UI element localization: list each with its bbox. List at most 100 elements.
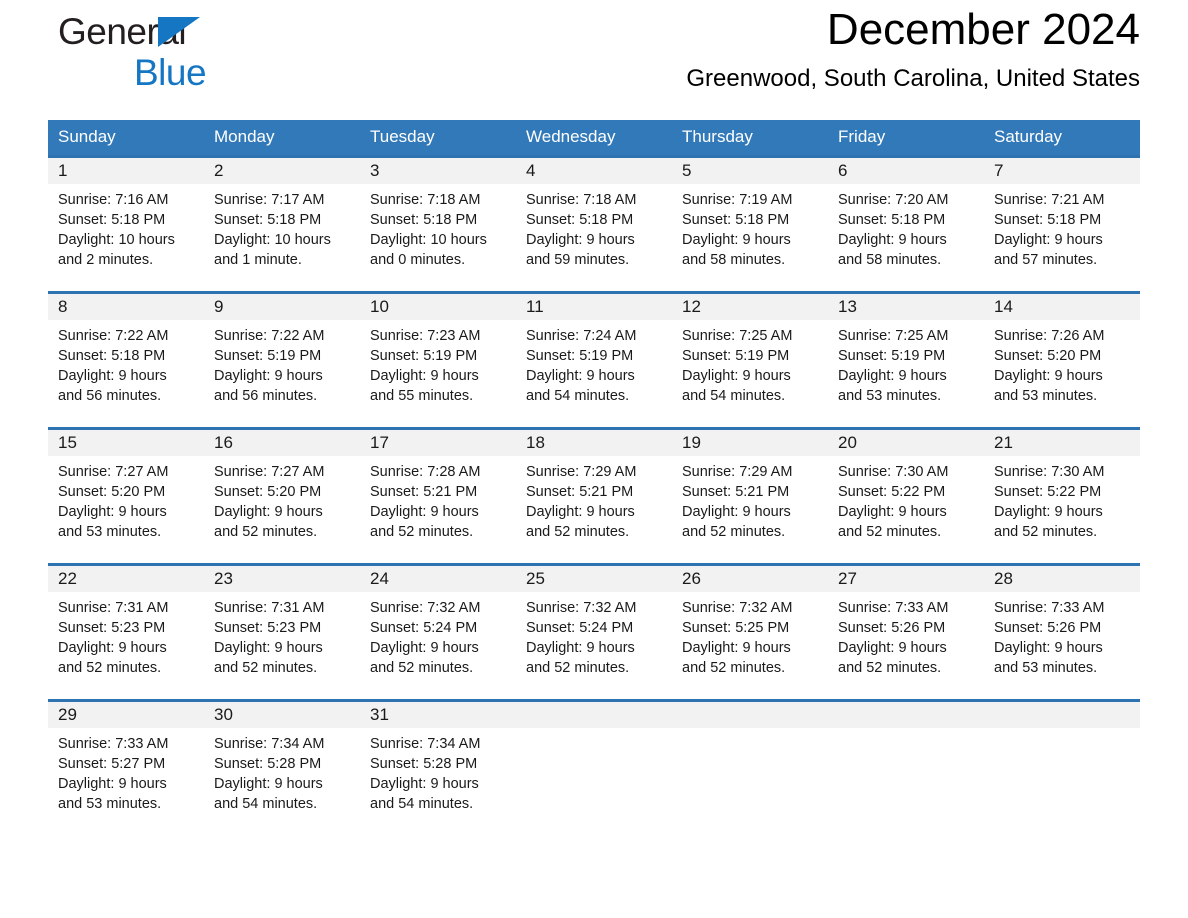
calendar-day-cell[interactable] <box>516 699 672 835</box>
daylight-duration-line2: and 56 minutes. <box>214 388 318 404</box>
daylight-duration-line2: and 54 minutes. <box>682 388 786 404</box>
daylight-duration-line1: Daylight: 9 hours <box>838 232 947 248</box>
calendar-day-cell[interactable]: 16 Sunrise: 7:27 AM Sunset: 5:20 PM Dayligh… <box>204 427 360 565</box>
calendar-day-cell[interactable]: 23 Sunrise: 7:31 AM Sunset: 5:23 PM Dayligh… <box>204 563 360 701</box>
daylight-duration-line2: and 54 minutes. <box>526 388 630 404</box>
day-number: 12 <box>672 294 828 320</box>
calendar-day-cell[interactable]: 31 Sunrise: 7:34 AM Sunset: 5:28 PM Dayligh… <box>360 699 516 835</box>
calendar-day-cell[interactable]: 14 Sunrise: 7:26 AM Sunset: 5:20 PM Dayligh… <box>984 291 1140 429</box>
daylight-duration-line1: Daylight: 10 hours <box>370 232 487 248</box>
sunset-time: Sunset: 5:19 PM <box>526 348 634 364</box>
day-cell-content: 2 Sunrise: 7:17 AM Sunset: 5:18 PM Daylight… <box>204 158 360 291</box>
sunset-time: Sunset: 5:18 PM <box>214 212 322 228</box>
day-number: 19 <box>672 430 828 456</box>
logo-word-general: General <box>58 10 288 54</box>
day-cell-content: 11 Sunrise: 7:24 AM Sunset: 5:19 PM Dayligh… <box>516 294 672 427</box>
calendar-day-cell[interactable]: 8 Sunrise: 7:22 AM Sunset: 5:18 PM Daylight… <box>48 291 204 429</box>
calendar-day-cell[interactable]: 20 Sunrise: 7:30 AM Sunset: 5:22 PM Dayligh… <box>828 427 984 565</box>
sunset-time: Sunset: 5:22 PM <box>838 484 946 500</box>
sunset-time: Sunset: 5:27 PM <box>58 756 166 772</box>
calendar-day-cell[interactable]: 19 Sunrise: 7:29 AM Sunset: 5:21 PM Dayligh… <box>672 427 828 565</box>
calendar-day-cell[interactable]: 24 Sunrise: 7:32 AM Sunset: 5:24 PM Dayligh… <box>360 563 516 701</box>
calendar-day-cell[interactable]: 30 Sunrise: 7:34 AM Sunset: 5:28 PM Dayligh… <box>204 699 360 835</box>
day-cell-content: 1 Sunrise: 7:16 AM Sunset: 5:18 PM Daylight… <box>48 158 204 291</box>
page-title: December 2024 <box>826 5 1140 54</box>
sunset-time: Sunset: 5:18 PM <box>58 212 166 228</box>
day-sun-info: Sunrise: 7:33 AM Sunset: 5:26 PM Daylight:… <box>984 592 1140 678</box>
day-cell-content: 12 Sunrise: 7:25 AM Sunset: 5:19 PM Dayligh… <box>672 294 828 427</box>
calendar-day-cell[interactable]: 17 Sunrise: 7:28 AM Sunset: 5:21 PM Dayligh… <box>360 427 516 565</box>
calendar-day-cell[interactable]: 26 Sunrise: 7:32 AM Sunset: 5:25 PM Dayligh… <box>672 563 828 701</box>
sunrise-time: Sunrise: 7:18 AM <box>370 192 481 208</box>
calendar-day-cell[interactable]: 25 Sunrise: 7:32 AM Sunset: 5:24 PM Dayligh… <box>516 563 672 701</box>
sunrise-time: Sunrise: 7:20 AM <box>838 192 949 208</box>
calendar-day-cell[interactable]: 12 Sunrise: 7:25 AM Sunset: 5:19 PM Dayligh… <box>672 291 828 429</box>
calendar-day-cell[interactable]: 15 Sunrise: 7:27 AM Sunset: 5:20 PM Dayligh… <box>48 427 204 565</box>
calendar-day-cell[interactable]: 4 Sunrise: 7:18 AM Sunset: 5:18 PM Daylight… <box>516 155 672 293</box>
daylight-duration-line1: Daylight: 9 hours <box>214 640 323 656</box>
day-sun-info: Sunrise: 7:24 AM Sunset: 5:19 PM Daylight:… <box>516 320 672 406</box>
day-cell-content: 13 Sunrise: 7:25 AM Sunset: 5:19 PM Dayligh… <box>828 294 984 427</box>
calendar-day-cell[interactable]: 18 Sunrise: 7:29 AM Sunset: 5:21 PM Dayligh… <box>516 427 672 565</box>
sunset-time: Sunset: 5:18 PM <box>838 212 946 228</box>
sunset-time: Sunset: 5:18 PM <box>58 348 166 364</box>
daylight-duration-line1: Daylight: 9 hours <box>526 504 635 520</box>
sunset-time: Sunset: 5:22 PM <box>994 484 1102 500</box>
daylight-duration-line1: Daylight: 9 hours <box>682 368 791 384</box>
sunrise-time: Sunrise: 7:25 AM <box>682 328 793 344</box>
daylight-duration-line2: and 52 minutes. <box>838 524 942 540</box>
daylight-duration-line1: Daylight: 9 hours <box>526 368 635 384</box>
day-cell-content: 5 Sunrise: 7:19 AM Sunset: 5:18 PM Daylight… <box>672 158 828 291</box>
calendar-day-cell[interactable]: 11 Sunrise: 7:24 AM Sunset: 5:19 PM Dayligh… <box>516 291 672 429</box>
calendar-day-cell[interactable]: 22 Sunrise: 7:31 AM Sunset: 5:23 PM Dayligh… <box>48 563 204 701</box>
calendar-day-cell[interactable] <box>828 699 984 835</box>
day-sun-info: Sunrise: 7:32 AM Sunset: 5:25 PM Daylight:… <box>672 592 828 678</box>
weekday-header-monday: Monday <box>204 120 360 157</box>
daylight-duration-line2: and 52 minutes. <box>682 524 786 540</box>
calendar-day-cell[interactable] <box>984 699 1140 835</box>
weekday-header-thursday: Thursday <box>672 120 828 157</box>
day-number: 28 <box>984 566 1140 592</box>
daylight-duration-line2: and 52 minutes. <box>370 660 474 676</box>
daylight-duration-line1: Daylight: 9 hours <box>838 504 947 520</box>
day-sun-info: Sunrise: 7:28 AM Sunset: 5:21 PM Daylight:… <box>360 456 516 542</box>
daylight-duration-line2: and 53 minutes. <box>58 796 162 812</box>
sunrise-time: Sunrise: 7:34 AM <box>214 736 325 752</box>
sunrise-time: Sunrise: 7:19 AM <box>682 192 793 208</box>
calendar-day-cell[interactable]: 3 Sunrise: 7:18 AM Sunset: 5:18 PM Daylight… <box>360 155 516 293</box>
location-subtitle: Greenwood, South Carolina, United States <box>686 65 1140 92</box>
daylight-duration-line1: Daylight: 9 hours <box>994 368 1103 384</box>
sunrise-time: Sunrise: 7:30 AM <box>994 464 1105 480</box>
calendar-day-cell[interactable]: 13 Sunrise: 7:25 AM Sunset: 5:19 PM Dayligh… <box>828 291 984 429</box>
calendar-day-cell[interactable]: 21 Sunrise: 7:30 AM Sunset: 5:22 PM Dayligh… <box>984 427 1140 565</box>
calendar-day-cell[interactable]: 7 Sunrise: 7:21 AM Sunset: 5:18 PM Daylight… <box>984 155 1140 293</box>
calendar-day-cell[interactable]: 2 Sunrise: 7:17 AM Sunset: 5:18 PM Daylight… <box>204 155 360 293</box>
day-number: 9 <box>204 294 360 320</box>
calendar-day-cell[interactable]: 9 Sunrise: 7:22 AM Sunset: 5:19 PM Daylight… <box>204 291 360 429</box>
day-cell-content <box>672 702 828 835</box>
calendar-day-cell[interactable]: 6 Sunrise: 7:20 AM Sunset: 5:18 PM Daylight… <box>828 155 984 293</box>
calendar-day-cell[interactable]: 5 Sunrise: 7:19 AM Sunset: 5:18 PM Daylight… <box>672 155 828 293</box>
calendar-day-cell[interactable]: 29 Sunrise: 7:33 AM Sunset: 5:27 PM Dayligh… <box>48 699 204 835</box>
calendar-day-cell[interactable]: 10 Sunrise: 7:23 AM Sunset: 5:19 PM Dayligh… <box>360 291 516 429</box>
logo-word-blue: Blue <box>134 52 207 93</box>
day-cell-content: 19 Sunrise: 7:29 AM Sunset: 5:21 PM Dayligh… <box>672 430 828 563</box>
daylight-duration-line1: Daylight: 10 hours <box>214 232 331 248</box>
daylight-duration-line2: and 57 minutes. <box>994 252 1098 268</box>
sunset-time: Sunset: 5:26 PM <box>994 620 1102 636</box>
calendar-day-cell[interactable]: 1 Sunrise: 7:16 AM Sunset: 5:18 PM Daylight… <box>48 155 204 293</box>
day-number: 4 <box>516 158 672 184</box>
day-number: 10 <box>360 294 516 320</box>
daylight-duration-line1: Daylight: 9 hours <box>58 368 167 384</box>
daylight-duration-line2: and 53 minutes. <box>838 388 942 404</box>
day-number: 3 <box>360 158 516 184</box>
sunset-time: Sunset: 5:18 PM <box>370 212 478 228</box>
calendar-page: General Blue December 2024 Greenwood, So… <box>0 0 1188 918</box>
calendar-day-cell[interactable] <box>672 699 828 835</box>
sunset-time: Sunset: 5:24 PM <box>526 620 634 636</box>
day-sun-info: Sunrise: 7:25 AM Sunset: 5:19 PM Daylight:… <box>828 320 984 406</box>
daylight-duration-line2: and 56 minutes. <box>58 388 162 404</box>
calendar-day-cell[interactable]: 28 Sunrise: 7:33 AM Sunset: 5:26 PM Dayligh… <box>984 563 1140 701</box>
calendar-day-cell[interactable]: 27 Sunrise: 7:33 AM Sunset: 5:26 PM Dayligh… <box>828 563 984 701</box>
sunrise-time: Sunrise: 7:32 AM <box>526 600 637 616</box>
